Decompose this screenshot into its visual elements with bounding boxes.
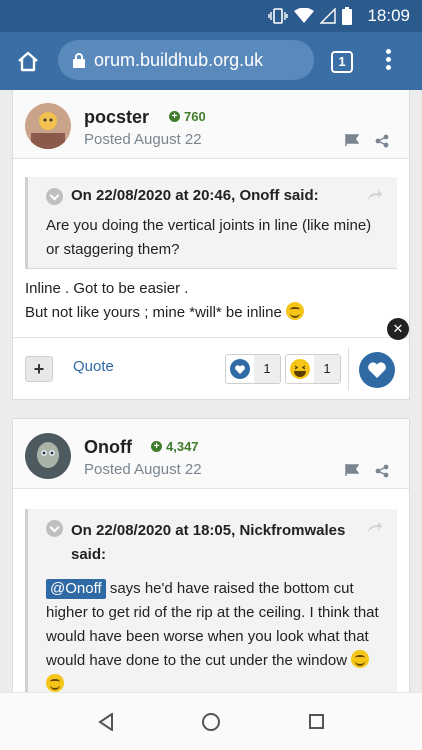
go-to-quote-icon[interactable] — [367, 521, 383, 533]
reaction-count: 1 — [314, 355, 340, 383]
lock-icon — [73, 53, 85, 68]
quote-block: On 22/08/2020 at 18:05, Nickfromwales sa… — [25, 509, 397, 692]
clock: 18:09 — [367, 6, 410, 25]
divider — [348, 348, 349, 390]
post-text-line: But not like yours ; mine *will* be inli… — [25, 301, 397, 325]
share-icon[interactable] — [375, 134, 389, 148]
forum-post: Onoff +4,347 Posted August 22 On 22/08/2… — [12, 418, 410, 692]
reputation-badge: +4,347 — [151, 439, 199, 454]
forum-post: pocster +760 Posted August 22 On 22/08/2… — [12, 90, 410, 400]
reaction-like[interactable]: 1 — [225, 354, 281, 384]
quote-button[interactable]: Quote — [73, 358, 114, 375]
smile-emoji-icon — [285, 302, 304, 320]
react-button[interactable] — [359, 352, 395, 388]
status-bar: 18:09 — [0, 0, 422, 32]
plus-icon: + — [151, 441, 162, 452]
quote-text: @Onoff says he'd have raised the bottom … — [46, 577, 383, 692]
back-icon[interactable] — [98, 713, 114, 731]
author-name[interactable]: pocster — [84, 107, 149, 128]
wifi-icon — [294, 8, 314, 23]
go-to-quote-icon[interactable] — [367, 189, 383, 201]
recent-apps-icon[interactable] — [309, 714, 324, 729]
post-body: Inline . Got to be easier . But not like… — [13, 269, 409, 325]
chevron-down-icon[interactable] — [46, 188, 63, 205]
reaction-count: 1 — [254, 355, 280, 383]
quote-text: Are you doing the vertical joints in lin… — [46, 217, 372, 258]
quote-header: On 22/08/2020 at 20:46, Onoff said: — [46, 187, 383, 205]
quote-source: On 22/08/2020 at 20:46, Onoff said: — [71, 187, 319, 204]
quote-header: On 22/08/2020 at 18:05, Nickfromwales sa… — [46, 519, 383, 567]
reputation-count: 4,347 — [166, 439, 199, 454]
user-mention[interactable]: @Onoff — [46, 579, 106, 599]
tab-switcher-button[interactable]: 1 — [331, 51, 353, 73]
avatar[interactable] — [25, 103, 71, 149]
plus-icon: + — [169, 111, 180, 122]
status-icons — [268, 7, 352, 25]
avatar[interactable] — [25, 433, 71, 479]
chevron-down-icon[interactable] — [46, 520, 63, 537]
post-text: But not like yours ; mine *will* be inli… — [25, 304, 282, 321]
heart-icon — [368, 362, 386, 378]
post-text-line: Inline . Got to be easier . — [25, 280, 189, 297]
post-footer: + Quote 1 1 ✕ — [13, 318, 409, 399]
quote-source: On 22/08/2020 at 18:05, Nickfromwales sa… — [71, 522, 346, 563]
vibrate-icon — [268, 8, 288, 24]
post-date[interactable]: Posted August 22 — [84, 131, 202, 148]
page-content: pocster +760 Posted August 22 On 22/08/2… — [0, 90, 422, 692]
reputation-count: 760 — [184, 109, 206, 124]
signal-icon — [320, 8, 336, 24]
flag-icon[interactable] — [345, 464, 359, 476]
post-date[interactable]: Posted August 22 — [84, 461, 202, 478]
wink-emoji-icon — [351, 650, 370, 668]
battery-icon — [342, 7, 352, 25]
home-icon[interactable] — [16, 50, 40, 74]
post-header: Onoff +4,347 Posted August 22 — [13, 419, 409, 489]
quote-block: On 22/08/2020 at 20:46, Onoff said: Are … — [25, 177, 397, 269]
address-bar[interactable]: orum.buildhub.org.uk — [58, 40, 314, 80]
heart-icon — [230, 359, 250, 379]
overflow-menu-icon[interactable] — [383, 49, 393, 75]
multiquote-button[interactable]: + — [25, 356, 53, 382]
flag-icon[interactable] — [345, 134, 359, 146]
reputation-badge: +760 — [169, 109, 206, 124]
post-header: pocster +760 Posted August 22 — [13, 90, 409, 159]
laughing-emoji-icon — [290, 359, 310, 379]
close-icon[interactable]: ✕ — [387, 318, 409, 340]
reaction-haha[interactable]: 1 — [285, 354, 341, 384]
wink-emoji-icon — [46, 674, 64, 692]
home-nav-icon[interactable] — [202, 713, 220, 731]
author-name[interactable]: Onoff — [84, 437, 132, 458]
share-icon[interactable] — [375, 464, 389, 478]
browser-toolbar: orum.buildhub.org.uk 1 — [0, 32, 422, 90]
system-navigation-bar — [0, 692, 422, 750]
url-text: orum.buildhub.org.uk — [94, 50, 264, 70]
